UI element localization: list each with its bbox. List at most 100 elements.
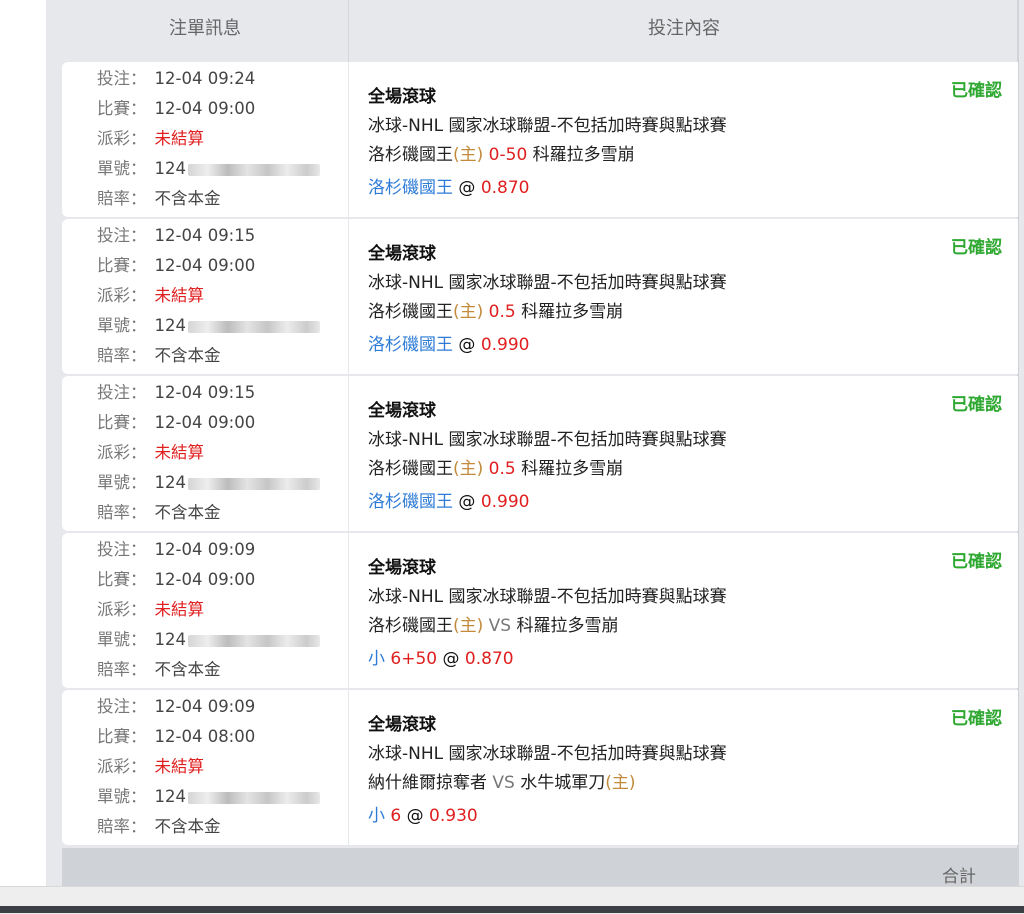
ticket-label: 單號：: [97, 473, 147, 492]
versus: VS: [492, 773, 515, 793]
payout-line: 派彩： 未結算: [97, 285, 204, 307]
team1: 洛杉磯國王: [368, 302, 453, 322]
match-teams: 洛杉磯國王(主) 0.5 科羅拉多雪崩: [368, 454, 623, 479]
ticket-value: 124: [154, 316, 187, 335]
team2: 科羅拉多雪崩: [532, 145, 635, 165]
bet-pick: 洛杉磯國王 @ 0.870: [368, 173, 529, 198]
bet-list: 投注： 12-04 09:24 比賽： 12-04 09:00 派彩： 未結算 單號：…: [62, 62, 1018, 847]
match-teams: 洛杉磯國王(主) 0.5 科羅拉多雪崩: [368, 297, 623, 322]
payout-label: 派彩：: [97, 600, 147, 619]
bet-info-cell: 投注： 12-04 09:15 比賽： 12-04 09:00 派彩： 未結算 單號：…: [62, 376, 348, 531]
payout-line: 派彩： 未結算: [97, 442, 204, 464]
header-bet-content: 投注內容: [348, 0, 1019, 62]
odds-type-line: 賠率： 不含本金: [97, 502, 221, 524]
bet-time-line: 投注： 12-04 09:15: [97, 225, 255, 247]
payout-value: 未結算: [154, 286, 205, 305]
taskbar-edge: [0, 906, 1024, 913]
odds-type-label: 賠率：: [97, 660, 147, 679]
team1-home-tag: (主): [453, 145, 484, 165]
match-time-label: 比賽：: [97, 727, 147, 746]
bet-time-label: 投注：: [97, 226, 147, 245]
header-bet-info: 注單訊息: [169, 18, 241, 39]
odds-value: 0.990: [480, 492, 530, 512]
match-time-value: 12-04 09:00: [154, 570, 256, 589]
odds-type-line: 賠率： 不含本金: [97, 188, 221, 210]
pick-selection: 洛杉磯國王: [368, 335, 453, 355]
bet-time-label: 投注：: [97, 69, 147, 88]
bet-info-cell: 投注： 12-04 09:09 比賽： 12-04 08:00 派彩： 未結算 單號：…: [62, 690, 348, 845]
match-time-label: 比賽：: [97, 256, 147, 275]
bet-row: 投注： 12-04 09:09 比賽： 12-04 08:00 派彩： 未結算 單號：…: [62, 690, 1018, 845]
match-time-line: 比賽： 12-04 09:00: [97, 412, 255, 434]
bet-time-line: 投注： 12-04 09:24: [97, 68, 255, 90]
league-name: 冰球-NHL 國家冰球聯盟-不包括加時賽與點球賽: [368, 587, 727, 607]
bet-row: 投注： 12-04 09:09 比賽： 12-04 09:00 派彩： 未結算 單號：…: [62, 533, 1018, 688]
payout-line: 派彩： 未結算: [97, 756, 204, 778]
bet-row: 投注： 12-04 09:24 比賽： 12-04 09:00 派彩： 未結算 單號：…: [62, 62, 1018, 217]
payout-line: 派彩： 未結算: [97, 599, 204, 621]
match-time-value: 12-04 09:00: [154, 99, 256, 118]
status-badge: 已確認: [951, 552, 1002, 572]
status-badge: 已確認: [951, 709, 1002, 729]
odds-type-label: 賠率：: [97, 346, 147, 365]
bet-pick: 洛杉磯國王 @ 0.990: [368, 330, 529, 355]
ticket-redacted: [188, 791, 320, 804]
bet-time-value: 12-04 09:09: [154, 697, 256, 716]
payout-value: 未結算: [154, 757, 205, 776]
match-time-label: 比賽：: [97, 570, 147, 589]
match-time-line: 比賽： 12-04 09:00: [97, 98, 255, 120]
team2-home-tag: (主): [605, 773, 636, 793]
bet-content-cell: 全場滾球 冰球-NHL 國家冰球聯盟-不包括加時賽與點球賽 洛杉磯國王(主) 0…: [349, 62, 1018, 217]
at-sign: @: [458, 335, 476, 355]
ticket-line: 單號： 124: [97, 629, 320, 651]
status-badge: 已確認: [951, 81, 1002, 101]
odds-value: 0.990: [480, 335, 530, 355]
bet-content-cell: 全場滾球 冰球-NHL 國家冰球聯盟-不包括加時賽與點球賽 洛杉磯國王(主) 0…: [349, 219, 1018, 374]
odds-type-line: 賠率： 不含本金: [97, 345, 221, 367]
bet-info-cell: 投注： 12-04 09:24 比賽： 12-04 09:00 派彩： 未結算 單號：…: [62, 62, 348, 217]
match-teams: 納什維爾掠奪者 VS 水牛城軍刀(主): [368, 768, 636, 793]
payout-value: 未結算: [154, 600, 205, 619]
ticket-value: 124: [154, 787, 187, 806]
team2: 水牛城軍刀: [520, 773, 606, 793]
ticket-label: 單號：: [97, 787, 147, 806]
table-header: 注單訊息 投注內容: [62, 0, 1018, 62]
payout-label: 派彩：: [97, 757, 147, 776]
bet-time-value: 12-04 09:09: [154, 540, 256, 559]
ticket-value: 124: [154, 159, 187, 178]
odds-type-label: 賠率：: [97, 817, 147, 836]
at-sign: @: [458, 492, 476, 512]
odds-type-value: 不含本金: [154, 346, 221, 365]
league-name: 冰球-NHL 國家冰球聯盟-不包括加時賽與點球賽: [368, 430, 727, 450]
bet-time-value: 12-04 09:24: [154, 69, 256, 88]
total-label: 合計: [942, 867, 976, 887]
match-time-value: 12-04 09:00: [154, 413, 256, 432]
at-sign: @: [406, 806, 424, 826]
ticket-redacted: [188, 163, 320, 176]
odds-type-value: 不含本金: [154, 817, 221, 836]
at-sign: @: [442, 649, 460, 669]
match-time-value: 12-04 09:00: [154, 256, 256, 275]
bet-type: 全場滾球: [368, 715, 436, 735]
payout-value: 未結算: [154, 443, 205, 462]
bet-time-value: 12-04 09:15: [154, 226, 256, 245]
odds-type-line: 賠率： 不含本金: [97, 816, 221, 838]
bet-type: 全場滾球: [368, 244, 436, 264]
payout-label: 派彩：: [97, 129, 147, 148]
bet-info-cell: 投注： 12-04 09:09 比賽： 12-04 09:00 派彩： 未結算 單號：…: [62, 533, 348, 688]
ticket-label: 單號：: [97, 630, 147, 649]
bet-time-line: 投注： 12-04 09:09: [97, 696, 255, 718]
bet-time-label: 投注：: [97, 697, 147, 716]
team1-home-tag: (主): [453, 302, 484, 322]
match-teams: 洛杉磯國王(主) VS 科羅拉多雪崩: [368, 611, 619, 636]
ticket-redacted: [188, 477, 320, 490]
team1-home-tag: (主): [453, 616, 484, 636]
team1: 洛杉磯國王: [368, 616, 453, 636]
bet-time-label: 投注：: [97, 540, 147, 559]
versus: VS: [488, 616, 512, 636]
bet-type: 全場滾球: [368, 558, 436, 578]
payout-label: 派彩：: [97, 286, 147, 305]
match-time-label: 比賽：: [97, 99, 147, 118]
odds-type-value: 不含本金: [154, 660, 221, 679]
bet-content-cell: 全場滾球 冰球-NHL 國家冰球聯盟-不包括加時賽與點球賽 洛杉磯國王(主) 0…: [349, 376, 1018, 531]
